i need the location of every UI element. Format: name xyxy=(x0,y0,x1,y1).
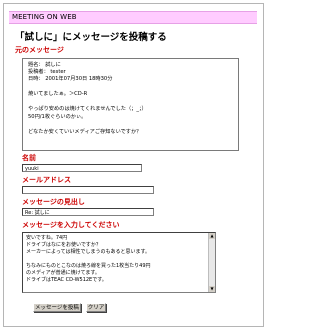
email-input[interactable] xyxy=(22,186,154,194)
scroll-down-icon[interactable]: ▼ xyxy=(209,286,215,292)
original-message-box: 題名： 試しに 投稿者： tester 日時： 2001年07月30日 18時3… xyxy=(22,58,239,151)
email-label: メールアドレス xyxy=(22,176,71,184)
clear-button[interactable]: クリア xyxy=(86,303,106,312)
message-line: ドライブはなにをお使いですか？ xyxy=(26,242,101,248)
message-line: メーカーによっては相性でしまうのもあると思います。 xyxy=(26,249,151,255)
subject-label: メッセージの見出し xyxy=(22,198,85,206)
subject-input[interactable]: Re: 試しに xyxy=(22,208,154,216)
original-message-label: 元のメッセージ xyxy=(15,46,64,54)
name-input[interactable]: yuuki xyxy=(22,164,142,172)
textarea-scrollbar[interactable]: ▲ ▼ xyxy=(208,233,215,292)
message-line: ドライブはTEAC CD-W512Eです。 xyxy=(26,277,107,283)
orig-line: やっぱり安めのは焼けてくれませんでした（；_；） xyxy=(28,106,147,112)
message-line: 安いですね。74円 xyxy=(26,235,68,241)
orig-line: 投稿者： tester xyxy=(28,69,66,75)
message-line: のメディアが普通に焼けてます。 xyxy=(26,270,100,276)
header-title: MEETING ON WEB xyxy=(12,13,77,21)
orig-line: 焼いてましたぁ。＞CD-R xyxy=(28,91,88,97)
header-bar: MEETING ON WEB xyxy=(9,11,257,24)
scroll-up-icon[interactable]: ▲ xyxy=(209,233,215,239)
orig-line: 日時： 2001年07月30日 18時30分 xyxy=(28,76,113,82)
orig-line: 題名： 試しに xyxy=(28,62,61,68)
message-line: ちなみにものとこなのは焼ろ線を買った1枚当たり49円 xyxy=(26,263,151,269)
page-title: 「試しに」にメッセージを投稿する xyxy=(15,32,167,43)
message-label: メッセージを入力してください xyxy=(22,221,120,229)
orig-line: どなたか安くていいメディアご存知ないですか？ xyxy=(28,129,142,135)
submit-button[interactable]: メッセージを投稿 xyxy=(33,303,81,312)
orig-line: 50円/1枚ぐらいのかぃ。 xyxy=(28,114,87,120)
message-textarea[interactable]: 安いですね。74円 ドライブはなにをお使いですか？ メーカーによっては相性でしま… xyxy=(22,232,216,293)
name-label: 名前 xyxy=(22,154,36,162)
